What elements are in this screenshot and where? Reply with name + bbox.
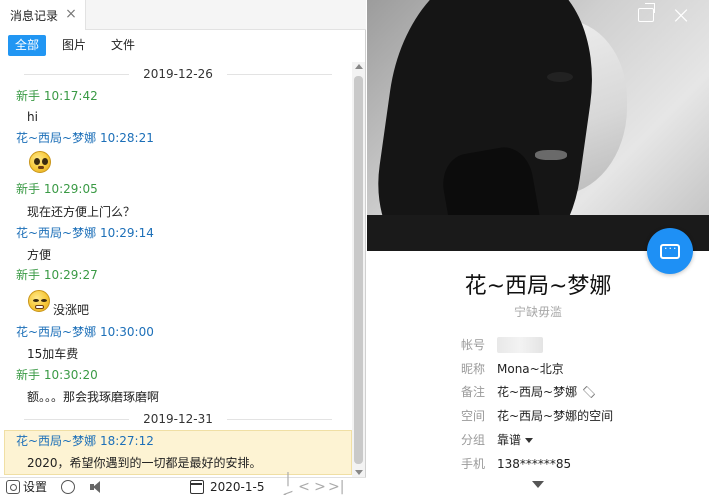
info-row-phone: 手机 138******85 [461,455,571,473]
pleading-face-emoji-icon [29,151,51,173]
info-key: 昵称 [461,362,486,376]
edit-icon[interactable] [582,385,596,399]
info-key: 帐号 [461,338,486,352]
chat-bubble-icon [660,242,680,259]
message-text: 方便 [27,248,52,262]
profile-panel: × 花~西局~梦娜 宁缺毋滥 帐号 昵称 Mona~北京 备注 花~西局~梦娜 … [367,0,709,495]
expand-more-icon[interactable] [532,481,544,488]
date-label: 2019-12-31 [143,412,213,426]
profile-photo: × [367,0,709,251]
message-history-panel: 消息记录 × 全部 图片 文件 2019-12-26 新手 10:17:42 h… [0,0,366,495]
message-sender: 新手 10:29:05 [16,182,98,196]
filter-all[interactable]: 全部 [8,35,47,56]
phone-value: 138******85 [497,457,572,471]
nickname-value: Mona~北京 [497,362,564,376]
next-page-icon[interactable]: > [312,479,328,495]
message-text: hi [27,110,38,124]
space-link[interactable]: 花~西局~梦娜的空间 [497,407,613,425]
bottom-toolbar: 设置 2020-1-5 |< < > >| [0,471,366,495]
filter-files[interactable]: 文件 [104,35,142,56]
info-key: 空间 [461,409,486,423]
scroll-up-icon[interactable] [355,64,363,69]
date-picker-value: 2020-1-5 [210,480,265,494]
info-row-account: 帐号 [461,336,543,354]
message-sender: 新手 10:30:20 [16,368,98,382]
last-page-icon[interactable]: >| [328,479,344,495]
message-text: 没涨吧 [53,303,90,317]
message-sender: 花~西局~梦娜 18:27:12 [16,434,154,448]
info-row-space: 空间 花~西局~梦娜的空间 [461,407,613,425]
message-text: 2020，希望你遇到的一切都是最好的安排。 [27,456,262,470]
message-text: 额。。。那会我琢磨琢磨啊 [27,390,160,404]
calendar-icon [190,480,204,494]
info-row-remark: 备注 花~西局~梦娜 [461,383,596,401]
info-row-group: 分组 靠谱 [461,431,534,449]
scroll-thumb[interactable] [354,76,363,464]
sound-button[interactable] [89,479,103,495]
first-page-icon[interactable]: |< [280,471,296,495]
info-key: 分组 [461,433,486,447]
message-sender: 新手 10:17:42 [16,89,98,103]
message-sender: 花~西局~梦娜 10:29:14 [16,226,154,240]
tab-bar: 消息记录 × [0,0,366,30]
search-button[interactable] [61,479,75,495]
grimacing-face-emoji-icon [28,290,50,312]
tab-label: 消息记录 [10,8,59,23]
scroll-down-icon[interactable] [355,470,363,475]
date-separator: 2019-12-26 [0,67,352,81]
message-sender: 花~西局~梦娜 10:28:21 [16,131,154,145]
filter-images[interactable]: 图片 [55,35,93,56]
info-key: 手机 [461,457,486,471]
group-select[interactable]: 靠谱 [497,431,534,449]
settings-label: 设置 [23,480,48,494]
settings-icon [6,480,20,494]
filter-tabs: 全部 图片 文件 [0,30,366,62]
settings-button[interactable]: 设置 [6,479,47,495]
date-picker[interactable]: 2020-1-5 [190,479,264,495]
profile-signature: 宁缺毋滥 [513,305,562,319]
chat-history-window: 消息记录 × 全部 图片 文件 2019-12-26 新手 10:17:42 h… [0,0,709,495]
info-row-nickname: 昵称 Mona~北京 [461,360,564,378]
speaker-icon [89,480,103,494]
message-sender: 花~西局~梦娜 10:30:00 [16,325,154,339]
remark-value[interactable]: 花~西局~梦娜 [497,383,596,401]
tab-message-history[interactable]: 消息记录 × [0,0,86,30]
blurred-account [497,337,543,353]
page-nav: |< < > >| [280,471,344,495]
close-tab-icon[interactable]: × [64,7,78,21]
prev-page-icon[interactable]: < [296,479,312,495]
message-sender: 新手 10:29:27 [16,268,98,282]
date-separator: 2019-12-31 [0,412,352,426]
close-icon[interactable]: × [670,3,692,27]
share-icon[interactable] [635,3,657,26]
account-value [497,337,543,353]
date-label: 2019-12-26 [143,67,213,81]
message-list[interactable]: 2019-12-26 新手 10:17:42 hi 花~西局~梦娜 10:28:… [0,62,352,477]
scrollbar[interactable] [352,62,365,477]
search-icon [61,480,75,494]
message-text: 现在还方便上门么？ [27,205,136,219]
info-key: 备注 [461,385,486,399]
profile-name: 花~西局~梦娜 [464,274,612,299]
chevron-down-icon [525,437,534,443]
message-text: 15加车费 [27,347,79,361]
